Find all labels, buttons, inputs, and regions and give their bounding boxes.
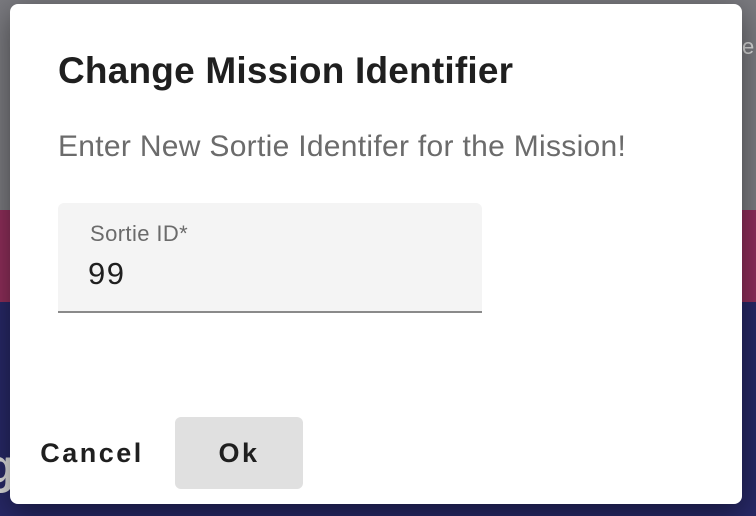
cancel-button[interactable]: Cancel [30, 417, 154, 489]
dialog-title: Change Mission Identifier [58, 50, 514, 91]
sortie-id-field[interactable]: Sortie ID* [58, 203, 482, 313]
sortie-id-label: Sortie ID* [90, 221, 189, 246]
ok-button[interactable]: Ok [175, 417, 303, 489]
sortie-id-input[interactable] [88, 253, 448, 295]
change-mission-identifier-dialog: Change Mission Identifier Enter New Sort… [10, 4, 742, 504]
background-partial-text: e [742, 34, 755, 59]
dialog-message: Enter New Sortie Identifer for the Missi… [58, 130, 627, 163]
